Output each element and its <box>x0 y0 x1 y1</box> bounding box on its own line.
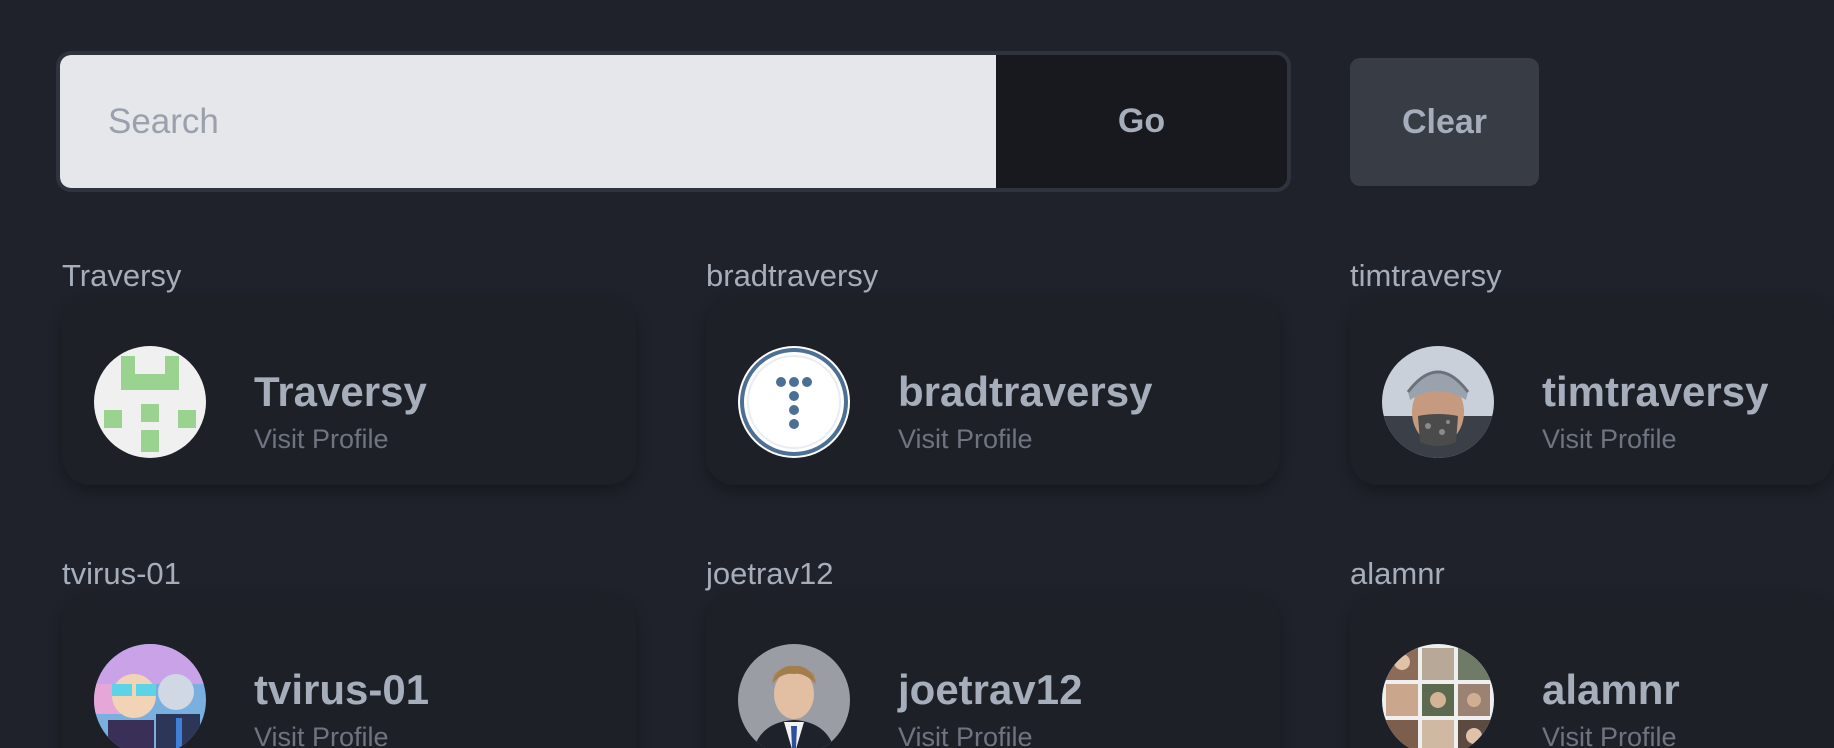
visit-profile-link[interactable]: Visit Profile <box>1542 424 1677 455</box>
result-username-label: Traversy <box>62 258 182 293</box>
app-root: Go Clear Traversy Traversy Visit Profile <box>0 0 1834 748</box>
user-card[interactable]: bradtraversy Visit Profile <box>706 296 1280 485</box>
avatar <box>1382 346 1494 458</box>
search-form: Go <box>56 51 1291 192</box>
user-card[interactable]: timtraversy Visit Profile <box>1350 296 1834 485</box>
visit-profile-link[interactable]: Visit Profile <box>1542 722 1677 748</box>
person-photo-avatar-icon <box>1382 346 1494 458</box>
user-card[interactable]: tvirus-01 Visit Profile <box>62 594 636 748</box>
card-username: alamnr <box>1542 666 1680 713</box>
visit-profile-link[interactable]: Visit Profile <box>898 424 1033 455</box>
clear-button[interactable]: Clear <box>1350 58 1539 186</box>
visit-profile-link[interactable]: Visit Profile <box>254 722 389 748</box>
dots-logo-avatar-icon <box>738 346 850 458</box>
result-username-label: bradtraversy <box>706 258 879 293</box>
user-card[interactable]: Traversy Visit Profile <box>62 296 636 485</box>
card-username: Traversy <box>254 368 427 415</box>
user-card[interactable]: alamnr Visit Profile <box>1350 594 1834 748</box>
go-button[interactable]: Go <box>996 55 1287 188</box>
result-username-label: joetrav12 <box>706 556 834 591</box>
avatar <box>738 346 850 458</box>
avatar <box>738 644 850 748</box>
card-username: timtraversy <box>1542 368 1769 415</box>
card-username: tvirus-01 <box>254 666 430 713</box>
cartoon-avatar-icon <box>94 644 206 748</box>
result-username-label: timtraversy <box>1350 258 1502 293</box>
avatar <box>1382 644 1494 748</box>
visit-profile-link[interactable]: Visit Profile <box>898 722 1033 748</box>
user-card[interactable]: joetrav12 Visit Profile <box>706 594 1280 748</box>
avatar <box>94 346 206 458</box>
card-username: joetrav12 <box>898 666 1083 713</box>
result-username-label: tvirus-01 <box>62 556 181 591</box>
avatar <box>94 644 206 748</box>
person-suit-avatar-icon <box>738 644 850 748</box>
photo-collage-avatar-icon <box>1382 644 1494 748</box>
visit-profile-link[interactable]: Visit Profile <box>254 424 389 455</box>
result-username-label: alamnr <box>1350 556 1445 591</box>
card-username: bradtraversy <box>898 368 1153 415</box>
search-input[interactable] <box>60 55 996 188</box>
identicon-avatar-icon <box>94 346 206 458</box>
